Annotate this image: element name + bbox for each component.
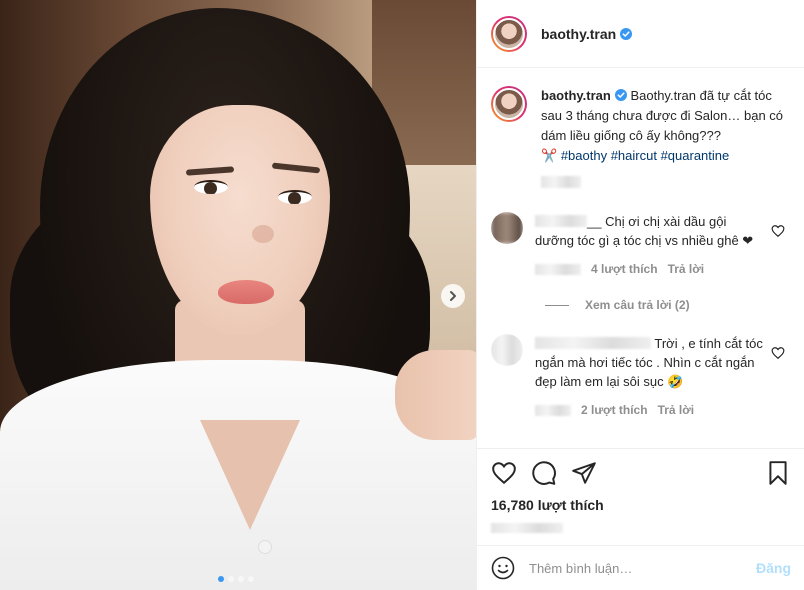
right-eye bbox=[278, 190, 312, 204]
likes-count[interactable]: 16,780 lượt thích bbox=[491, 497, 791, 513]
comment-avatar[interactable] bbox=[491, 334, 523, 366]
scissors-emoji: ✂️ bbox=[541, 148, 558, 163]
comment-username-blurred[interactable] bbox=[535, 215, 587, 227]
comment-meta: 4 lượt thích Trả lời bbox=[535, 262, 767, 276]
caption-time-blurred bbox=[541, 176, 581, 188]
comment-icon[interactable] bbox=[531, 460, 557, 486]
add-comment-bar: Đăng bbox=[477, 545, 804, 590]
heart-icon[interactable] bbox=[771, 224, 785, 238]
shirt-collar bbox=[200, 420, 300, 530]
reply-button[interactable]: Trả lời bbox=[658, 403, 695, 417]
comment-text: __ Chị ơi chị xài dầu gội dưỡng tóc gì ạ… bbox=[535, 214, 754, 248]
comment-likes[interactable]: 2 lượt thích bbox=[581, 403, 648, 417]
post-header: baothy.tran bbox=[477, 0, 804, 68]
caption-text: baothy.tran Baothy.tran đã tự cắt tóc sa… bbox=[541, 86, 791, 194]
caption-avatar[interactable] bbox=[491, 86, 527, 122]
bookmark-icon[interactable] bbox=[765, 460, 791, 486]
chevron-right-icon bbox=[450, 291, 456, 301]
post-time-blurred bbox=[491, 523, 563, 533]
carousel-dot bbox=[238, 576, 244, 582]
hashtag-quarantine[interactable]: #quarantine bbox=[661, 148, 730, 163]
hand bbox=[395, 350, 476, 440]
author-avatar[interactable] bbox=[491, 15, 527, 52]
post-photo[interactable] bbox=[0, 0, 476, 590]
post-comment-button[interactable]: Đăng bbox=[756, 560, 791, 576]
heart-icon[interactable] bbox=[491, 460, 517, 486]
comment-item: Trời , e tính cắt tóc ngắn mà hơi tiếc t… bbox=[491, 334, 791, 417]
caption: baothy.tran Baothy.tran đã tự cắt tóc sa… bbox=[491, 86, 791, 194]
nose bbox=[252, 225, 274, 243]
carousel-dots bbox=[218, 576, 254, 582]
reply-button[interactable]: Trả lời bbox=[668, 262, 705, 276]
view-replies-button[interactable]: Xem câu trả lời (2) bbox=[545, 298, 791, 312]
shirt-button bbox=[258, 540, 272, 554]
share-icon[interactable] bbox=[571, 460, 597, 486]
carousel-dot bbox=[248, 576, 254, 582]
left-eye bbox=[194, 180, 228, 194]
emoji-icon[interactable] bbox=[491, 556, 515, 580]
comment-input[interactable] bbox=[529, 560, 756, 576]
comment-username-blurred[interactable] bbox=[535, 337, 651, 349]
verified-badge-icon bbox=[620, 27, 633, 40]
caption-username[interactable]: baothy.tran bbox=[541, 88, 611, 103]
carousel-next-button[interactable] bbox=[441, 284, 465, 308]
verified-badge-icon bbox=[614, 89, 627, 101]
comment-item: __ Chị ơi chị xài dầu gội dưỡng tóc gì ạ… bbox=[491, 212, 791, 276]
comment-time-blurred bbox=[535, 404, 571, 416]
comment-time-blurred bbox=[535, 263, 581, 275]
heart-icon[interactable] bbox=[771, 346, 785, 360]
comment-likes[interactable]: 4 lượt thích bbox=[591, 262, 658, 276]
hashtag-baothy[interactable]: #baothy bbox=[561, 148, 607, 163]
comments-list[interactable]: baothy.tran Baothy.tran đã tự cắt tóc sa… bbox=[477, 68, 804, 448]
carousel-dot bbox=[228, 576, 234, 582]
comment-meta: 2 lượt thích Trả lời bbox=[535, 403, 767, 417]
comment-text: Trời , e tính cắt tóc ngắn mà hơi tiếc t… bbox=[535, 336, 763, 389]
lips bbox=[218, 280, 274, 304]
comment-avatar[interactable] bbox=[491, 212, 523, 244]
post-actions: 16,780 lượt thích bbox=[477, 448, 804, 533]
post-side-panel: baothy.tran baothy.tran Baothy.tran đã t… bbox=[476, 0, 804, 590]
hashtag-haircut[interactable]: #haircut bbox=[611, 148, 657, 163]
carousel-dot bbox=[218, 576, 224, 582]
author-username[interactable]: baothy.tran bbox=[541, 26, 633, 42]
